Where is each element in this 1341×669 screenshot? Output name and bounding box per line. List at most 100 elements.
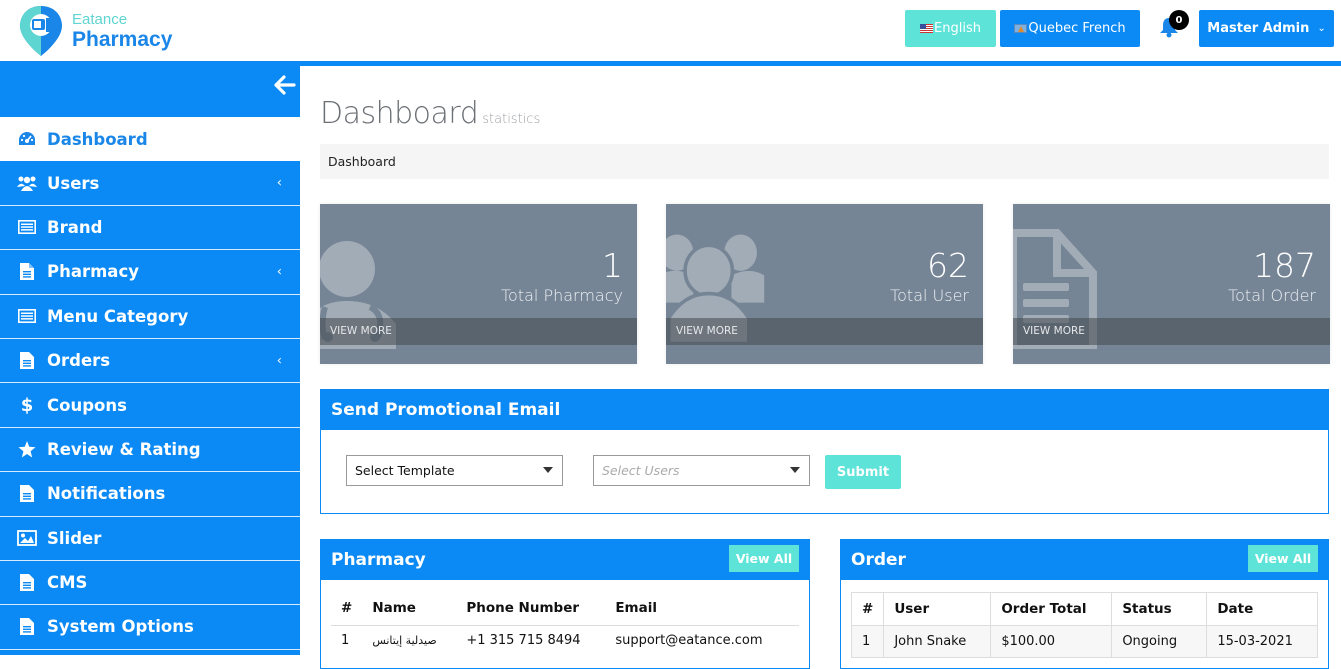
sidebar-item-review-rating[interactable]: Review & Rating — [0, 428, 300, 473]
column-header: # — [331, 592, 363, 626]
table-header-row: # Name Phone Number Email — [331, 592, 799, 626]
chevron-left-icon: ‹ — [276, 353, 282, 369]
column-header: User — [883, 592, 992, 626]
user-menu-button[interactable]: Master Admin ⌄ — [1199, 10, 1334, 47]
collapse-sidebar-arrow-icon[interactable] — [272, 72, 298, 98]
file-icon — [17, 352, 37, 370]
stat-label: Total Order — [1228, 286, 1316, 305]
template-select[interactable]: Select Template — [346, 455, 563, 486]
sidebar-item-label: Users — [47, 173, 100, 193]
panel-title: Order View All — [841, 540, 1328, 580]
user-menu-label: Master Admin — [1207, 21, 1310, 36]
sidebar-item-label: Review & Rating — [47, 439, 201, 459]
sidebar-item-users[interactable]: Users ‹ — [0, 161, 300, 206]
brand-line1: Eatance — [72, 11, 128, 28]
cell-phone: +1 315 715 8494 — [466, 633, 581, 648]
language-english-button[interactable]: English — [905, 10, 996, 47]
column-header: # — [850, 592, 885, 626]
sidebar-item-dashboard[interactable]: Dashboard — [0, 117, 300, 162]
chevron-left-icon: ‹ — [276, 175, 282, 191]
cell-index: 1 — [850, 625, 885, 658]
sidebar-item-cms[interactable]: CMS — [0, 561, 300, 606]
page-title: Dashboard statistics — [320, 96, 540, 131]
table-row[interactable]: 1 John Snake $100.00 Ongoing 15-03-2021 — [850, 625, 1318, 658]
view-all-pharmacy-button[interactable]: View All — [729, 545, 799, 572]
order-table: # User Order Total Status Date 1 John Sn… — [850, 592, 1318, 658]
panel-title: Send Promotional Email — [321, 390, 1328, 430]
pharmacy-panel: Pharmacy View All # Name Phone Number Em… — [320, 539, 810, 669]
language-english-label: English — [934, 21, 981, 36]
view-all-orders-button[interactable]: View All — [1248, 545, 1318, 572]
cell-index: 1 — [341, 633, 350, 648]
view-more-link[interactable]: VIEW MORE — [1013, 318, 1330, 345]
cell-name: صيدلية إيتانس — [372, 634, 437, 647]
column-header: Status — [1111, 592, 1208, 626]
sidebar-item-label: Brand — [47, 217, 103, 237]
cell-user: John Snake — [883, 625, 992, 658]
table-header-row: # User Order Total Status Date — [850, 592, 1318, 626]
breadcrumb-item[interactable]: Dashboard — [328, 154, 396, 169]
users-select[interactable]: Select Users — [593, 455, 810, 486]
sidebar-item-label: Dashboard — [47, 129, 148, 149]
quebec-flag-icon — [1014, 24, 1028, 33]
breadcrumb: Dashboard — [320, 144, 1329, 179]
file-icon — [17, 263, 37, 281]
column-header: Date — [1206, 592, 1318, 626]
sidebar-item-brand[interactable]: Brand — [0, 206, 300, 251]
sidebar-item-label: Slider — [47, 528, 102, 548]
sidebar-item-orders[interactable]: Orders ‹ — [0, 339, 300, 384]
pharmacy-panel-title: Pharmacy — [331, 550, 426, 570]
stat-value: 62 — [927, 246, 969, 285]
dashboard-icon — [17, 130, 37, 148]
chevron-down-icon: ⌄ — [1317, 23, 1326, 34]
sidebar-item-label: Pharmacy — [47, 262, 139, 282]
stat-card-pharmacy: 1 Total Pharmacy VIEW MORE — [320, 204, 637, 364]
file-icon — [17, 485, 37, 503]
column-header: Order Total — [990, 592, 1113, 626]
submit-button[interactable]: Submit — [825, 455, 901, 489]
language-quebec-french-button[interactable]: Quebec French — [1000, 10, 1140, 47]
brand-logo[interactable]: Eatance Pharmacy — [18, 4, 172, 58]
stat-value: 187 — [1253, 246, 1316, 285]
page-title-text: Dashboard — [320, 96, 479, 131]
table-row[interactable]: 1 صيدلية إيتانس +1 315 715 8494 support@… — [331, 626, 799, 656]
list-icon — [17, 307, 37, 325]
sidebar-item-system-options[interactable]: System Options — [0, 605, 300, 650]
image-icon — [17, 529, 37, 547]
sidebar-item-notifications[interactable]: Notifications — [0, 472, 300, 517]
cell-email: support@eatance.com — [615, 633, 763, 648]
main-content: Dashboard statistics Dashboard 1 Total Ph… — [300, 71, 1341, 669]
file-icon — [17, 618, 37, 636]
cell-date: 15-03-2021 — [1206, 625, 1318, 658]
star-icon — [17, 440, 37, 458]
stat-value: 1 — [602, 246, 623, 285]
sidebar: Dashboard Users ‹ Brand Pharmacy ‹ Menu … — [0, 66, 300, 655]
logo-pin-icon — [20, 6, 62, 56]
stat-label: Total User — [890, 286, 969, 305]
sidebar-item-menu-category[interactable]: Menu Category — [0, 295, 300, 339]
stat-card-orders: 187 Total Order VIEW MORE — [1013, 204, 1330, 364]
view-more-link[interactable]: VIEW MORE — [320, 318, 637, 345]
sidebar-item-pharmacy[interactable]: Pharmacy ‹ — [0, 250, 300, 295]
caret-down-icon — [543, 467, 553, 473]
sidebar-item-coupons[interactable]: $ Coupons — [0, 383, 300, 428]
sidebar-item-slider[interactable]: Slider — [0, 517, 300, 561]
sidebar-item-label: CMS — [47, 573, 88, 593]
promotional-email-panel: Send Promotional Email Select Template S… — [320, 389, 1329, 514]
sidebar-header — [0, 66, 300, 117]
notification-count-badge: 0 — [1169, 10, 1189, 30]
sidebar-item-label: Menu Category — [47, 306, 189, 326]
sidebar-item-label: Orders — [47, 351, 111, 371]
column-header: Phone Number — [456, 592, 606, 626]
order-panel-title: Order — [851, 550, 906, 570]
panel-title: Pharmacy View All — [321, 540, 809, 580]
brand-line2: Pharmacy — [72, 28, 173, 51]
stat-card-users: 62 Total User VIEW MORE — [666, 204, 983, 364]
file-icon — [17, 574, 37, 592]
cell-status: Ongoing — [1111, 625, 1208, 658]
template-select-value: Select Template — [355, 463, 455, 478]
users-icon — [17, 174, 37, 192]
order-panel: Order View All # User Order Total Status… — [840, 539, 1329, 669]
stat-label: Total Pharmacy — [501, 286, 623, 305]
view-more-link[interactable]: VIEW MORE — [666, 318, 983, 345]
